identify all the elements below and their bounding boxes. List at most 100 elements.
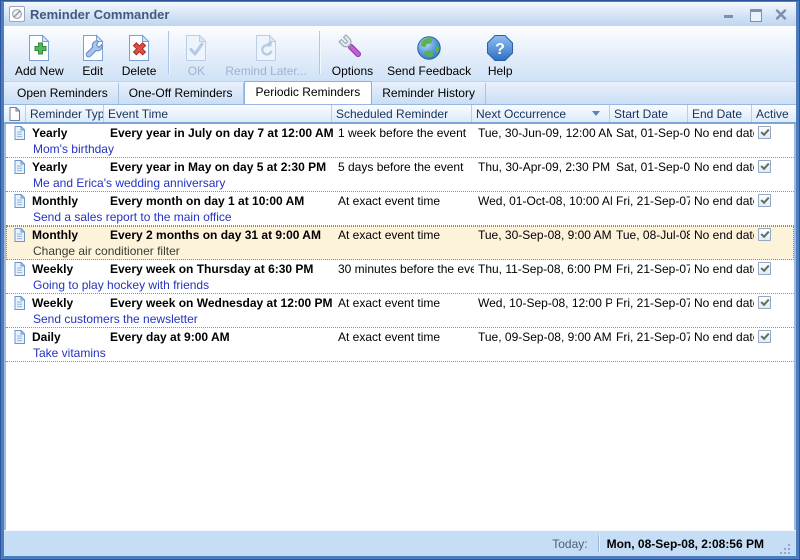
toolbar-label: OK [188, 64, 205, 78]
scheduled-reminder: 5 days before the event [334, 158, 474, 175]
reminder-row[interactable]: Weekly Every week on Wednesday at 12:00 … [6, 294, 794, 328]
remind-later-document-icon [251, 33, 281, 63]
reminder-description: Me and Erica's wedding anniversary [6, 175, 794, 191]
column-header-start-date[interactable]: Start Date [610, 105, 688, 122]
tab-periodic-reminders[interactable]: Periodic Reminders [244, 81, 373, 104]
document-icon [14, 330, 25, 344]
close-button[interactable] [775, 9, 787, 20]
delete-button[interactable]: Delete [115, 26, 164, 81]
delete-document-icon [124, 33, 154, 63]
column-header-scheduled-reminder[interactable]: Scheduled Reminder [332, 105, 472, 122]
reminder-description: Going to play hockey with friends [6, 277, 794, 293]
close-icon [775, 9, 787, 20]
today-label: Today: [552, 537, 587, 551]
reminder-row[interactable]: Daily Every day at 9:00 AM At exact even… [6, 328, 794, 362]
start-date: Sat, 01-Sep-07 [612, 158, 690, 175]
end-date: No end date [690, 124, 754, 141]
end-date: No end date [690, 328, 754, 345]
reminder-list: Yearly Every year in July on day 7 at 12… [4, 124, 796, 530]
title-bar[interactable]: Reminder Commander [4, 2, 796, 26]
column-header-icon[interactable] [4, 105, 26, 122]
reminder-description: Mom's birthday [6, 141, 794, 157]
event-time: Every month on day 1 at 10:00 AM [106, 192, 334, 209]
scheduled-reminder: 1 week before the event [334, 124, 474, 141]
options-button[interactable]: Options [325, 26, 380, 81]
resize-grip[interactable] [778, 542, 792, 556]
reminder-row[interactable]: Monthly Every month on day 1 at 10:00 AM… [6, 192, 794, 226]
active-checkbox[interactable] [758, 228, 771, 241]
document-icon [14, 228, 25, 242]
column-header-active[interactable]: Active [752, 105, 796, 122]
start-date: Fri, 21-Sep-07 [612, 260, 690, 277]
client-area: Add New Edit Delete [4, 26, 796, 556]
reminder-row[interactable]: Yearly Every year in July on day 7 at 12… [6, 124, 794, 158]
reminder-row[interactable]: Monthly Every 2 months on day 31 at 9:00… [6, 226, 794, 260]
toolbar-label: Edit [82, 64, 103, 78]
reminder-type: Daily [28, 328, 106, 345]
sort-descending-icon [592, 111, 600, 116]
reminder-type: Monthly [28, 192, 106, 209]
active-checkbox[interactable] [758, 262, 771, 275]
active-checkbox[interactable] [758, 160, 771, 173]
globe-icon [414, 33, 444, 63]
column-header-label: Next Occurrence [476, 107, 566, 121]
column-header-end-date[interactable]: End Date [688, 105, 752, 122]
toolbar-label: Delete [122, 64, 157, 78]
event-time: Every week on Wednesday at 12:00 PM [106, 294, 334, 311]
reminder-row[interactable]: Weekly Every week on Thursday at 6:30 PM… [6, 260, 794, 294]
help-button[interactable]: ? Help [478, 26, 522, 81]
document-icon [14, 262, 25, 276]
reminder-type: Yearly [28, 124, 106, 141]
document-icon [14, 194, 25, 208]
next-occurrence: Tue, 30-Sep-08, 9:00 AM [474, 226, 612, 243]
add-new-button[interactable]: Add New [8, 26, 71, 81]
document-icon [9, 107, 20, 121]
tab-reminder-history[interactable]: Reminder History [372, 83, 486, 104]
event-time: Every year in May on day 5 at 2:30 PM [106, 158, 334, 175]
start-date: Tue, 08-Jul-08 [612, 226, 690, 243]
add-document-icon [24, 33, 54, 63]
toolbar-label: Add New [15, 64, 64, 78]
reminder-type: Weekly [28, 260, 106, 277]
reminder-description: Send customers the newsletter [6, 311, 794, 327]
table-header: Reminder Type Event Time Scheduled Remin… [4, 104, 796, 124]
tab-one-off-reminders[interactable]: One-Off Reminders [119, 83, 244, 104]
ok-button[interactable]: OK [174, 26, 218, 81]
end-date: No end date [690, 260, 754, 277]
document-icon [14, 160, 25, 174]
column-header-event-time[interactable]: Event Time [104, 105, 332, 122]
send-feedback-button[interactable]: Send Feedback [380, 26, 478, 81]
edit-document-icon [78, 33, 108, 63]
current-datetime: Mon, 08-Sep-08, 2:08:56 PM [607, 537, 764, 551]
toolbar-label: Send Feedback [387, 64, 471, 78]
reminder-row[interactable]: Yearly Every year in May on day 5 at 2:3… [6, 158, 794, 192]
next-occurrence: Wed, 01-Oct-08, 10:00 AM [474, 192, 612, 209]
next-occurrence: Tue, 30-Jun-09, 12:00 AM [474, 124, 612, 141]
edit-button[interactable]: Edit [71, 26, 115, 81]
tab-open-reminders[interactable]: Open Reminders [6, 83, 119, 104]
column-header-next-occurrence[interactable]: Next Occurrence [472, 105, 610, 122]
app-window: Reminder Commander Add New [0, 0, 800, 560]
maximize-button[interactable] [749, 9, 761, 20]
active-checkbox[interactable] [758, 126, 771, 139]
event-time: Every 2 months on day 31 at 9:00 AM [106, 226, 334, 243]
next-occurrence: Wed, 10-Sep-08, 12:00 PM [474, 294, 612, 311]
window-title: Reminder Commander [30, 7, 723, 22]
ok-document-icon [181, 33, 211, 63]
event-time: Every week on Thursday at 6:30 PM [106, 260, 334, 277]
event-time: Every day at 9:00 AM [106, 328, 334, 345]
next-occurrence: Tue, 09-Sep-08, 9:00 AM [474, 328, 612, 345]
remind-later-button[interactable]: Remind Later... [218, 26, 313, 81]
column-header-reminder-type[interactable]: Reminder Type [26, 105, 104, 122]
active-checkbox[interactable] [758, 194, 771, 207]
scheduled-reminder: At exact event time [334, 226, 474, 243]
reminder-type: Monthly [28, 226, 106, 243]
minimize-button[interactable] [723, 9, 735, 20]
wrench-icon [337, 33, 367, 63]
start-date: Fri, 21-Sep-07 [612, 192, 690, 209]
scheduled-reminder: 30 minutes before the event [334, 260, 474, 277]
next-occurrence: Thu, 11-Sep-08, 6:00 PM [474, 260, 612, 277]
active-checkbox[interactable] [758, 296, 771, 309]
status-bar: Today: Mon, 08-Sep-08, 2:08:56 PM [4, 530, 796, 556]
active-checkbox[interactable] [758, 330, 771, 343]
